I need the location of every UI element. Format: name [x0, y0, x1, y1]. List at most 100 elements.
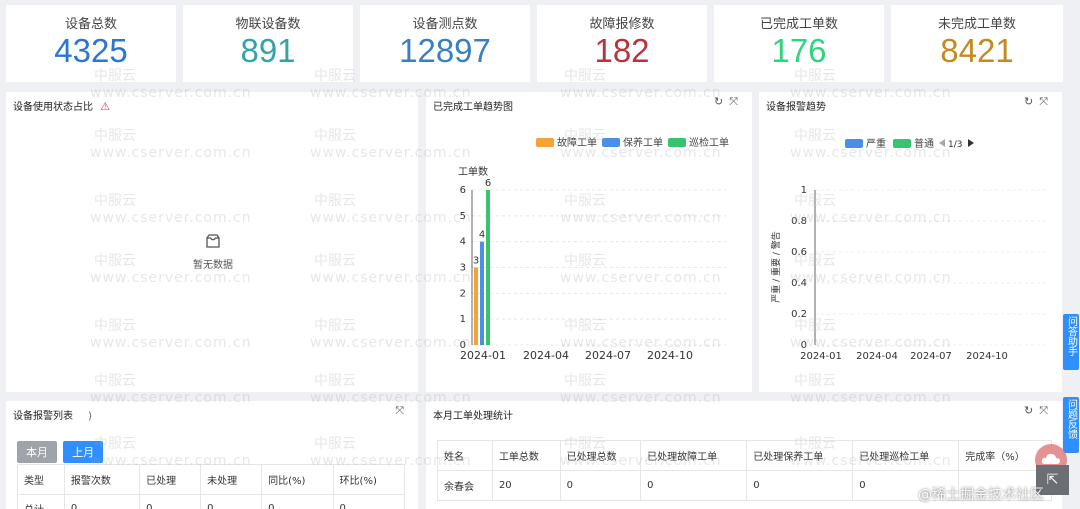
order-trend-chart: 0123456工单数2024-01 2024-04 2024-07 2024-1034…: [458, 136, 729, 362]
table-cell: 余春会: [437, 470, 493, 501]
x-tick-label: 2024-01: [800, 351, 842, 362]
stat-label: 设备总数: [64, 17, 117, 32]
fullscreen-icon[interactable]: ⤧: [1039, 404, 1054, 417]
empty-box-icon: [206, 234, 220, 248]
alarm-list-title: 设备报警列表 ⟩: [13, 407, 92, 422]
stat-value: 176: [771, 32, 827, 69]
order-trend-panel: 已完成工单趋势图 ↻⤧ 0 1 2 3 4 5 6 工单数 2024-01 2024-04 2024…: [426, 92, 752, 392]
y-tick-label: 0.4: [791, 278, 807, 289]
column-header: 已处理: [139, 464, 202, 495]
table-header-row: 类型 报警次数 已处理 未处理 同比(%) 环比(%): [17, 464, 406, 495]
x-tick-label: 2024-04: [856, 351, 898, 362]
column-header: 已处理保养工单: [746, 440, 854, 471]
y-tick-label: 3: [460, 263, 466, 274]
table-cell: 20: [491, 470, 561, 501]
stat-value: 182: [594, 32, 650, 69]
alarm-list-panel: 设备报警列表 ⟩ ⤧ 本月 上月 类型报警次数已处理未处理同比(%)环比(%)总…: [6, 401, 418, 509]
y-tick-label: 1: [460, 314, 466, 325]
y-tick-label: 0.6: [791, 247, 807, 258]
table-cell: 0: [139, 494, 202, 509]
panel-title: 设备使用状态占比 ⚠: [13, 98, 110, 113]
y-tick-label: 6: [460, 185, 466, 196]
panel-tools: ⤧: [395, 404, 410, 418]
legend-swatch: [602, 138, 620, 147]
credit-text: @稀土掘金技术社区: [918, 487, 1044, 503]
refresh-icon[interactable]: ↻: [1024, 404, 1039, 417]
column-header: 已处理总数: [559, 440, 642, 471]
table-cell: 0: [640, 470, 748, 501]
table-cell: 0: [261, 494, 334, 509]
table-row[interactable]: 总计00000: [17, 494, 406, 509]
legend-label: 故障工单: [557, 136, 597, 149]
chevron-right-icon[interactable]: ⟩: [88, 411, 92, 422]
bar: [474, 267, 478, 345]
usage-status-panel: 设备使用状态占比 ⚠ 暂无数据: [6, 92, 418, 392]
table-cell: 0: [559, 470, 642, 501]
y-tick-label: 2: [460, 288, 466, 299]
x-tick-label: 2024-01: [460, 349, 506, 362]
alarm-list-title-text: 设备报警列表: [13, 411, 73, 422]
legend-prev-icon: [939, 139, 945, 147]
legend-page-text: 1/3: [948, 140, 962, 150]
bar-data-label: 6: [485, 178, 491, 189]
alarm-table: 类型报警次数已处理未处理同比(%)环比(%)总计00000: [17, 464, 406, 509]
panel-tools: ↻⤧: [1024, 404, 1054, 418]
stat-value: 8421: [940, 32, 1014, 69]
column-header: 报警次数: [63, 464, 141, 495]
y-tick-label: 1: [801, 185, 807, 196]
y-axis-label: 工单数: [458, 165, 488, 178]
stat-value: 891: [240, 32, 296, 69]
column-header: 未处理: [200, 464, 263, 495]
table-header-row: 姓名 工单总数 已处理总数 已处理故障工单 已处理保养工单 已处理巡检工单 完成率（%）: [437, 440, 1052, 471]
y-axis-label: 严重 / 重要 / 警告: [770, 231, 782, 303]
warning-icon[interactable]: ⚠: [100, 100, 110, 113]
bar: [486, 190, 490, 345]
stat-label: 已完成工单数: [759, 17, 838, 32]
alarm-trend-panel: 设备报警趋势 ↻⤧ 0 0.2 0.4 0.6 0.8 1 严重 / 重要 / 警告 2024…: [759, 92, 1062, 392]
fullscreen-icon[interactable]: ⤧: [395, 404, 410, 417]
stat-card-iot-devices[interactable]: 物联设备数 891: [183, 5, 353, 82]
legend-swatch: [893, 139, 911, 148]
usage-panel-title: 设备使用状态占比: [13, 102, 93, 113]
table-cell: 0: [63, 494, 141, 509]
x-tick-label: 2024-10: [647, 349, 693, 362]
legend-swatch: [536, 138, 554, 147]
y-tick-label: 0: [801, 340, 807, 351]
legend-swatch: [845, 139, 863, 148]
period-tabs: 本月 上月: [17, 441, 104, 463]
help-assistant-label: 问答助手: [1065, 316, 1077, 356]
stat-card-pending-orders[interactable]: 未完成工单数 8421: [891, 5, 1063, 82]
tab-last-month[interactable]: 上月: [63, 441, 104, 463]
x-tick-label: 2024-07: [910, 351, 952, 362]
column-header: 环比(%): [332, 464, 406, 495]
column-header: 已处理巡检工单: [852, 440, 960, 471]
tab-this-month[interactable]: 本月: [17, 441, 57, 463]
stat-card-total-devices[interactable]: 设备总数 4325: [6, 5, 176, 82]
y-tick-label: 0.2: [791, 309, 807, 320]
empty-text: 暂无数据: [193, 260, 233, 271]
legend-swatch: [668, 138, 686, 147]
x-tick-label: 2024-04: [523, 349, 569, 362]
column-header: 工单总数: [491, 440, 561, 471]
x-tick-label: 2024-07: [585, 349, 631, 362]
y-tick-label: 5: [460, 211, 466, 222]
help-assistant-tab[interactable]: 问答助手: [1063, 314, 1079, 370]
column-header: 类型: [17, 464, 65, 495]
stat-label: 物联设备数: [235, 17, 301, 32]
y-tick-label: 4: [460, 237, 466, 248]
stat-value: 12897: [399, 32, 491, 69]
column-header: 已处理故障工单: [640, 440, 748, 471]
stat-card-fault-reports[interactable]: 故障报修数 182: [537, 5, 707, 82]
stat-label: 未完成工单数: [937, 17, 1016, 32]
empty-state: 暂无数据: [188, 234, 238, 272]
column-header: 同比(%): [261, 464, 334, 495]
stat-value: 4325: [54, 32, 128, 69]
alarm-trend-chart: 0 0.2 0.4 0.6 0.8 1 严重 / 重要 / 警告 2024-01 2024-04…: [770, 137, 1049, 362]
stat-card-measure-points[interactable]: 设备测点数 12897: [360, 5, 530, 82]
table-cell: 总计: [17, 494, 65, 509]
legend-next-icon: [968, 139, 974, 147]
table-cell: 0: [200, 494, 263, 509]
stat-card-completed-orders[interactable]: 已完成工单数 176: [714, 5, 884, 82]
legend-label: 巡检工单: [689, 136, 729, 149]
work-stats-title: 本月工单处理统计: [433, 411, 513, 422]
